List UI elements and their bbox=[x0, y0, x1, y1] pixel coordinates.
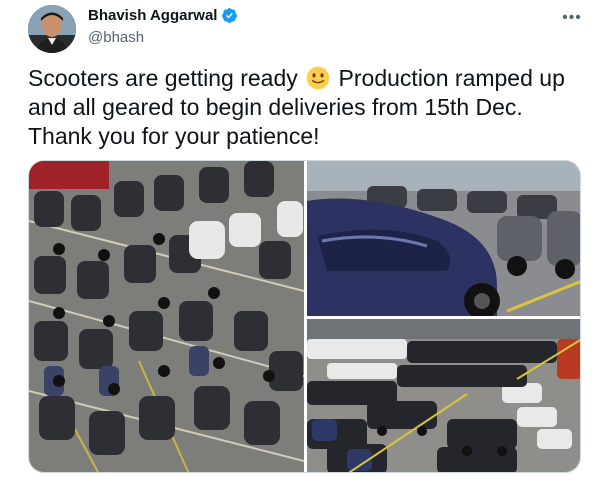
photo-2-image bbox=[307, 161, 580, 316]
author-display-name[interactable]: Bhavish Aggarwal bbox=[88, 7, 217, 24]
scooter-factory-floor-photo[interactable] bbox=[307, 319, 580, 472]
author-avatar[interactable] bbox=[28, 5, 76, 53]
tweet-text-part-1: Scooters are getting ready bbox=[28, 65, 305, 91]
media-grid bbox=[28, 160, 581, 473]
slightly-smiling-face-icon bbox=[306, 66, 330, 90]
more-options-button[interactable]: ••• bbox=[560, 7, 584, 29]
blue-scooters-closeup-photo[interactable] bbox=[307, 161, 580, 316]
author-name-row: Bhavish Aggarwal bbox=[88, 7, 238, 24]
tweet-card: Bhavish Aggarwal @bhash ••• Scooters are… bbox=[0, 0, 600, 485]
photo-1-image bbox=[29, 161, 304, 472]
tweet-text: Scooters are getting ready Production ra… bbox=[28, 64, 588, 151]
photo-3-image bbox=[307, 319, 580, 472]
person-avatar-icon bbox=[28, 5, 76, 53]
author-handle[interactable]: @bhash bbox=[88, 29, 144, 46]
verified-badge-icon bbox=[222, 8, 238, 23]
more-dots-icon: ••• bbox=[562, 9, 582, 26]
scooter-rows-overhead-photo[interactable] bbox=[29, 161, 304, 472]
